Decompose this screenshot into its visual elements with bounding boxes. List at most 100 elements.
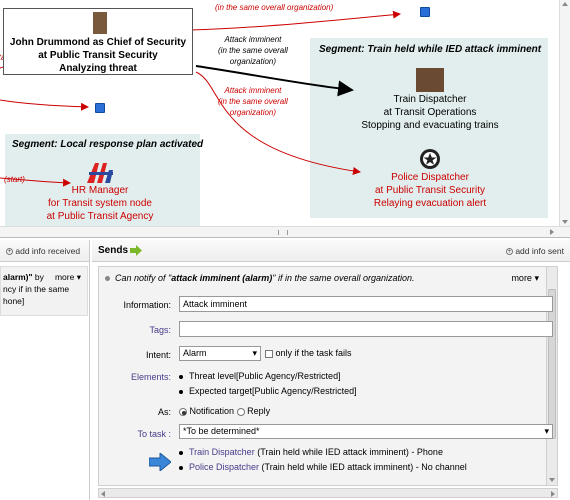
scroll-right-arrow-icon[interactable]: [550, 229, 554, 235]
add-icon: +: [505, 248, 513, 256]
scrollbar-grip-icon[interactable]: [278, 230, 288, 235]
add-info-received-label: add info received: [15, 246, 81, 256]
flow-label-line: organization): [229, 108, 277, 117]
flow-label-top: (in the same overall organization): [215, 3, 334, 12]
notification-radio-label: Notification: [189, 406, 235, 416]
sent-more-label: more: [511, 273, 532, 283]
bullet-icon: [179, 465, 183, 470]
sends-panel: Sends + add info sent Can notify of "att…: [92, 240, 570, 500]
sends-arrow-icon: [130, 245, 142, 256]
train-dispatcher-line3: Stopping and evacuating trains: [361, 120, 499, 131]
scroll-down-arrow-icon[interactable]: [549, 478, 555, 482]
add-icon: +: [6, 248, 13, 256]
reply-radio-label: Reply: [247, 406, 271, 416]
police-dispatcher-line2: at Public Transit Security: [374, 185, 486, 196]
received-item-line3: hone]: [3, 296, 25, 306]
selected-node-line2: at Public Transit Security: [38, 50, 158, 61]
police-dispatcher-node[interactable]: Police Dispatcher at Public Transit Secu…: [350, 148, 510, 210]
received-item[interactable]: alarm)" by more ▾ ncy if in the same hon…: [0, 266, 88, 316]
canvas-vertical-scrollbar[interactable]: [559, 0, 570, 226]
recipient-detail: (Train held while IED attack imminent) -…: [254, 447, 443, 457]
element-item: Expected target[Public Agency/Restricted…: [179, 386, 357, 396]
selected-node-line3: Analyzing threat: [59, 63, 137, 74]
train-dispatcher-avatar: [416, 68, 444, 92]
flow-arrow-top: [189, 10, 401, 31]
chief-of-security-avatar: [93, 12, 107, 34]
recipient-item[interactable]: Train Dispatcher (Train held while IED a…: [179, 447, 443, 457]
add-info-received-link[interactable]: + add info received: [6, 246, 80, 256]
hr-manager-node[interactable]: HR Manager for Transit system node at Pu…: [35, 162, 165, 223]
notify-summary: Can notify of "attack imminent (alarm)" …: [105, 273, 415, 283]
recipients-arrow-icon: [149, 453, 171, 471]
received-item-line2: ncy if in the same: [3, 284, 70, 294]
recipient-item[interactable]: Police Dispatcher (Train held while IED …: [179, 462, 467, 472]
flow-map-canvas[interactable]: Segment: Train held while IED attack imm…: [0, 0, 570, 238]
received-more-link[interactable]: more ▾: [55, 271, 81, 283]
to-task-label: To task :: [137, 429, 171, 439]
flow-label-line: (in the same overall: [218, 46, 288, 55]
only-if-fails-option[interactable]: only if the task fails: [265, 348, 352, 358]
sends-title: Sends: [98, 245, 129, 256]
train-dispatcher-line2: at Transit Operations: [383, 107, 477, 118]
flow-label-line: Attack imminent: [224, 35, 282, 44]
recipient-detail: (Train held while IED attack imminent) -…: [259, 462, 467, 472]
as-options: Notification Reply: [179, 406, 270, 416]
connector-square-left[interactable]: [95, 103, 105, 113]
as-label: As:: [157, 407, 171, 417]
bullet-icon: [179, 450, 183, 455]
scroll-right-arrow-icon[interactable]: [551, 491, 555, 497]
only-if-fails-label: only if the task fails: [275, 348, 352, 358]
tags-input[interactable]: [179, 321, 553, 337]
hr-manager-line1: HR Manager: [71, 185, 129, 196]
reply-radio[interactable]: [236, 407, 245, 416]
only-if-fails-checkbox[interactable]: [265, 349, 273, 358]
notification-radio[interactable]: [179, 407, 187, 416]
selected-node-line1: John Drummond as Chief of Security: [9, 37, 187, 48]
selected-task-node[interactable]: John Drummond as Chief of Security at Pu…: [3, 8, 193, 75]
notify-suffix: " if in the same overall organization.: [272, 273, 415, 283]
notify-prefix: Can notify of ": [115, 273, 172, 283]
scroll-up-arrow-icon[interactable]: [562, 2, 568, 6]
scroll-left-arrow-icon[interactable]: [101, 491, 105, 497]
information-input[interactable]: Attack imminent: [179, 296, 553, 312]
to-task-select-value: *To be determined*: [183, 426, 260, 436]
bullet-icon: [179, 374, 183, 379]
police-dispatcher-line3: Relaying evacuation alert: [373, 198, 487, 209]
sent-flow-card: Can notify of "attack imminent (alarm)" …: [98, 266, 558, 486]
tags-label: Tags:: [149, 325, 171, 335]
start-label-bottom: (start): [4, 175, 25, 184]
received-more-label: more: [54, 272, 75, 282]
chevron-down-icon: ▾: [544, 426, 549, 436]
intent-select-value: Alarm: [183, 348, 207, 358]
receives-panel-header: + add info received: [0, 240, 89, 262]
intent-select[interactable]: Alarm ▾: [179, 346, 261, 361]
sent-more-link[interactable]: more ▾: [511, 273, 539, 284]
flow-arrow-left: [0, 99, 89, 111]
information-label: Information:: [123, 300, 171, 310]
train-dispatcher-node[interactable]: Train Dispatcher at Transit Operations S…: [350, 68, 510, 132]
receives-panel: + add info received alarm)" by more ▾ nc…: [0, 240, 90, 500]
flow-label-line: organization): [229, 57, 277, 66]
sends-horizontal-scrollbar[interactable]: [98, 488, 558, 498]
element-item: Threat level[Public Agency/Restricted]: [179, 371, 341, 381]
police-badge-icon: [420, 149, 440, 169]
train-dispatcher-line1: Train Dispatcher: [393, 94, 467, 105]
add-info-sent-link[interactable]: + add info sent: [505, 246, 564, 256]
recipient-name-link[interactable]: Police Dispatcher: [189, 462, 259, 472]
canvas-horizontal-scrollbar[interactable]: [0, 226, 570, 237]
transit-agency-logo-icon: [87, 163, 113, 183]
element-item-label: Expected target[Public Agency/Restricted…: [189, 386, 357, 396]
to-task-select[interactable]: *To be determined* ▾: [179, 424, 553, 439]
flow-label-line: (in the same overall: [218, 97, 288, 106]
elements-label: Elements:: [130, 372, 171, 382]
sends-panel-header: Sends + add info sent: [92, 240, 570, 262]
bullet-icon: [179, 389, 183, 394]
received-item-line1: alarm)" by more ▾: [3, 271, 85, 283]
hr-manager-line2: for Transit system node: [48, 198, 152, 209]
hr-manager-line3: at Public Transit Agency: [46, 211, 154, 222]
add-info-sent-label: add info sent: [515, 246, 564, 256]
recipient-name-link[interactable]: Train Dispatcher: [189, 447, 255, 457]
connector-square-top[interactable]: [420, 7, 430, 17]
scroll-down-arrow-icon[interactable]: [562, 220, 568, 224]
flow-label-attack-imminent-black: Attack imminent (in the same overall org…: [218, 34, 288, 67]
